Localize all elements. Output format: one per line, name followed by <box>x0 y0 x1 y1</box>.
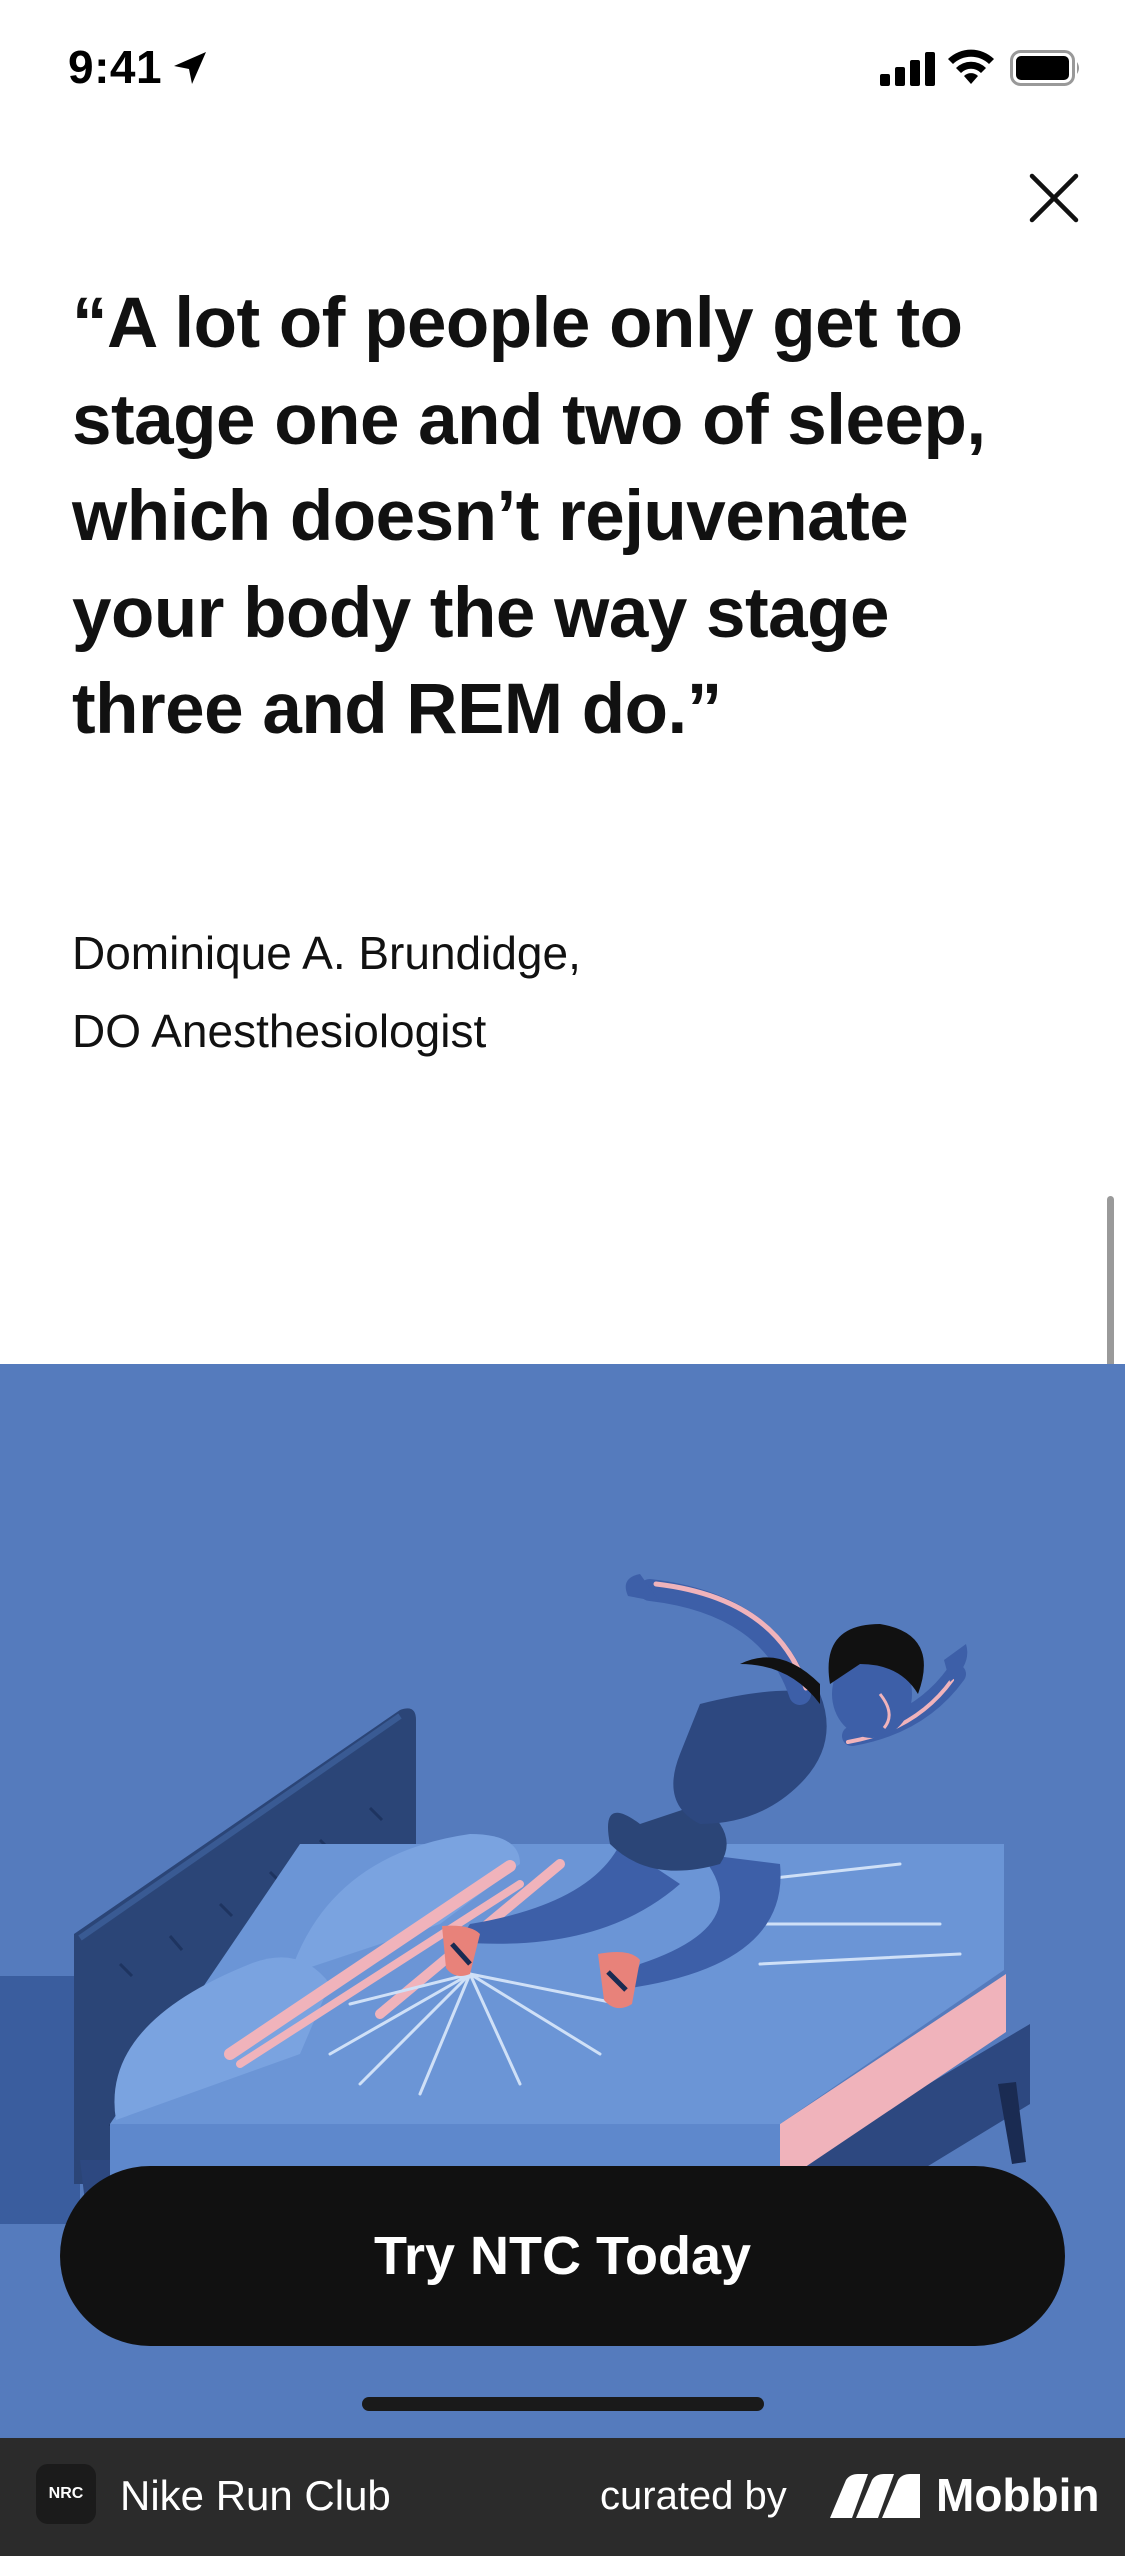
mobbin-brand-name[interactable]: Mobbin <box>936 2468 1100 2522</box>
quote-author: Dominique A. Brundidge, DO Anesthesiolog… <box>72 914 972 1070</box>
scroll-indicator[interactable] <box>1107 1196 1114 1368</box>
app-icon-label: NRC <box>48 2485 84 2502</box>
status-bar: 9:41 <box>0 0 1125 140</box>
author-name: Dominique A. Brundidge, <box>72 927 581 979</box>
try-ntc-button[interactable]: Try NTC Today <box>60 2166 1065 2346</box>
author-title: DO Anesthesiologist <box>72 1005 487 1057</box>
wifi-icon <box>948 49 994 84</box>
status-time: 9:41 <box>68 41 163 93</box>
mobbin-logo-icon <box>830 2474 920 2518</box>
curated-by-label: curated by <box>600 2474 787 2518</box>
app-name[interactable]: Nike Run Club <box>120 2472 391 2520</box>
cellular-signal-icon <box>880 52 935 86</box>
close-icon[interactable] <box>1022 166 1086 230</box>
location-arrow-icon <box>174 52 206 84</box>
home-indicator <box>362 2397 764 2411</box>
battery-icon <box>1010 50 1079 86</box>
nike-run-club-app-icon: NRC <box>36 2464 96 2524</box>
quote-text: “A lot of people only get to stage one a… <box>72 284 986 749</box>
